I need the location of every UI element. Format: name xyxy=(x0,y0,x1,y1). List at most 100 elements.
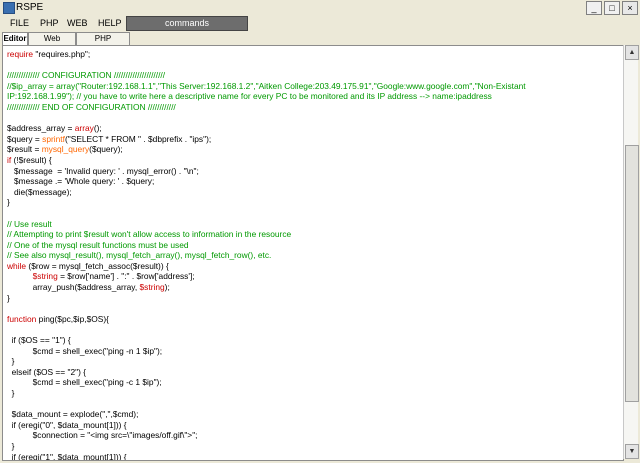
code-token: if (eregi("1", $data_mount[1])) { xyxy=(7,451,127,461)
tab-php-reference[interactable]: PHP Reference xyxy=(76,32,130,55)
code-token: mysql_query xyxy=(41,144,90,155)
code-line: } xyxy=(7,388,526,399)
code-line: require "requires.php"; xyxy=(7,49,526,60)
code-line: // Attempting to print $result won't all… xyxy=(7,229,526,240)
code-line: function ping($pc,$ip,$OS){ xyxy=(7,314,526,325)
tab-editor[interactable]: Editor xyxy=(2,32,28,46)
code-token: $cmd = shell_exec("ping -c 1 $ip"); xyxy=(7,377,162,388)
code-line: ////////////// END OF CONFIGURATION ////… xyxy=(7,102,526,113)
code-token: $cmd = shell_exec("ping -n 1 $ip"); xyxy=(7,345,163,356)
code-token: // See also mysql_result(), mysql_fetch_… xyxy=(7,250,272,261)
code-token: ////////////// END OF CONFIGURATION ////… xyxy=(7,101,176,112)
code-line: $connection = "<img src=\"images/off.gif… xyxy=(7,430,526,441)
code-line: if (eregi("1", $data_mount[1])) { xyxy=(7,451,526,461)
maximize-button[interactable]: □ xyxy=(604,1,620,15)
code-token: $address_array = xyxy=(7,123,75,134)
code-line: } xyxy=(7,441,526,452)
code-line: } xyxy=(7,197,526,208)
code-token: if ($OS == "1") { xyxy=(7,335,71,346)
code-token: // Use result xyxy=(7,218,52,229)
code-token: $query = xyxy=(7,133,43,144)
code-token: (); xyxy=(93,123,102,134)
menu-bar: FILE PHP WEB HELP xyxy=(0,16,640,32)
minimize-button[interactable]: _ xyxy=(586,1,602,15)
window-title: RSPE xyxy=(16,2,44,13)
code-token: while xyxy=(7,260,27,271)
code-token: array_push($address_array, xyxy=(7,282,140,293)
code-line: } xyxy=(7,356,526,367)
code-line: // See also mysql_result(), mysql_fetch_… xyxy=(7,250,526,261)
code-token: $message .= 'Whole query: ' . $query; xyxy=(7,176,155,187)
menu-php[interactable]: PHP xyxy=(40,18,59,28)
code-line: if (eregi("0", $data_mount[1])) { xyxy=(7,420,526,431)
code-line: ////////////// CONFIGURATION ///////////… xyxy=(7,70,526,81)
code-line: $cmd = shell_exec("ping -c 1 $ip"); xyxy=(7,377,526,388)
code-line: $data_mount = explode(",",$cmd); xyxy=(7,409,526,420)
code-token: } xyxy=(7,440,15,451)
code-token: ($row = mysql_fetch_assoc($result)) { xyxy=(26,260,169,271)
menu-file[interactable]: FILE xyxy=(10,18,29,28)
code-token: (!$result) { xyxy=(11,154,52,165)
code-content[interactable]: require "requires.php"; ////////////// C… xyxy=(7,49,526,461)
code-token: $connection = "<img src=\"images/off.gif… xyxy=(7,430,198,441)
code-token: function xyxy=(7,313,37,324)
code-token: $data_mount = explode(",",$cmd); xyxy=(7,409,139,420)
code-token: } xyxy=(7,292,10,303)
code-token: // One of the mysql result functions mus… xyxy=(7,239,189,250)
code-line: $query = sprintf("SELECT * FROM " . $dbp… xyxy=(7,134,526,145)
code-token: if (eregi("0", $data_mount[1])) { xyxy=(7,419,127,430)
commands-field[interactable]: commands xyxy=(126,16,248,31)
tab-web-browser[interactable]: Web Browser xyxy=(28,32,76,55)
code-line: if (!$result) { xyxy=(7,155,526,166)
code-token: die($message); xyxy=(7,186,72,197)
code-line: $string = $row['name'] . ":" . $row['add… xyxy=(7,271,526,282)
scroll-up-arrow-icon[interactable]: ▲ xyxy=(625,45,639,60)
code-token: } xyxy=(7,356,15,367)
vertical-scrollbar[interactable]: ▲ ▼ xyxy=(623,45,639,459)
code-line: $message .= 'Whole query: ' . $query; xyxy=(7,176,526,187)
code-token: } xyxy=(7,388,15,398)
code-token: require xyxy=(7,49,34,59)
tab-strip: Editor Web Browser PHP Reference xyxy=(0,32,640,55)
scroll-down-arrow-icon[interactable]: ▼ xyxy=(625,444,639,459)
code-line: } xyxy=(7,293,526,304)
code-token: IP:192.168.1.99"); // you have to write … xyxy=(7,91,492,102)
scrollbar-thumb[interactable] xyxy=(625,145,639,402)
code-token: "requires.php"; xyxy=(33,49,91,59)
code-line: $address_array = array(); xyxy=(7,123,526,134)
code-token: ($query); xyxy=(89,144,123,155)
code-token: $string xyxy=(32,271,58,282)
code-token: ping($pc,$ip,$OS){ xyxy=(36,313,109,324)
window-controls: _ □ × xyxy=(586,1,638,15)
close-button[interactable]: × xyxy=(622,1,638,15)
code-token: } xyxy=(7,197,10,208)
code-token: array xyxy=(74,123,94,134)
menu-help[interactable]: HELP xyxy=(98,18,122,28)
code-line: // Use result xyxy=(7,219,526,230)
code-editor[interactable]: require "requires.php"; ////////////// C… xyxy=(2,45,624,461)
code-line: array_push($address_array, $string); xyxy=(7,282,526,293)
code-token: ); xyxy=(164,282,170,293)
code-token: // Attempting to print $result won't all… xyxy=(7,229,292,240)
code-line: $result = mysql_query($query); xyxy=(7,144,526,155)
code-token: sprintf xyxy=(42,133,65,144)
code-line: elseif ($OS == "2") { xyxy=(7,367,526,378)
code-token: elseif ($OS == "2") { xyxy=(7,366,87,377)
code-token: //$ip_array = array("Router:192.168.1.1"… xyxy=(7,80,526,91)
app-icon xyxy=(3,2,15,14)
code-line: $message = 'Invalid query: ' . mysql_err… xyxy=(7,166,526,177)
code-token: ("SELECT * FROM " . $dbprefix . "ips"); xyxy=(64,133,212,144)
code-token: ////////////// CONFIGURATION ///////////… xyxy=(7,70,166,81)
code-token: $string xyxy=(139,282,165,293)
code-line: die($message); xyxy=(7,187,526,198)
title-bar: RSPE _ □ × xyxy=(0,0,640,17)
code-line: IP:192.168.1.99"); // you have to write … xyxy=(7,91,526,102)
menu-web[interactable]: WEB xyxy=(67,18,88,28)
code-line: // One of the mysql result functions mus… xyxy=(7,240,526,251)
